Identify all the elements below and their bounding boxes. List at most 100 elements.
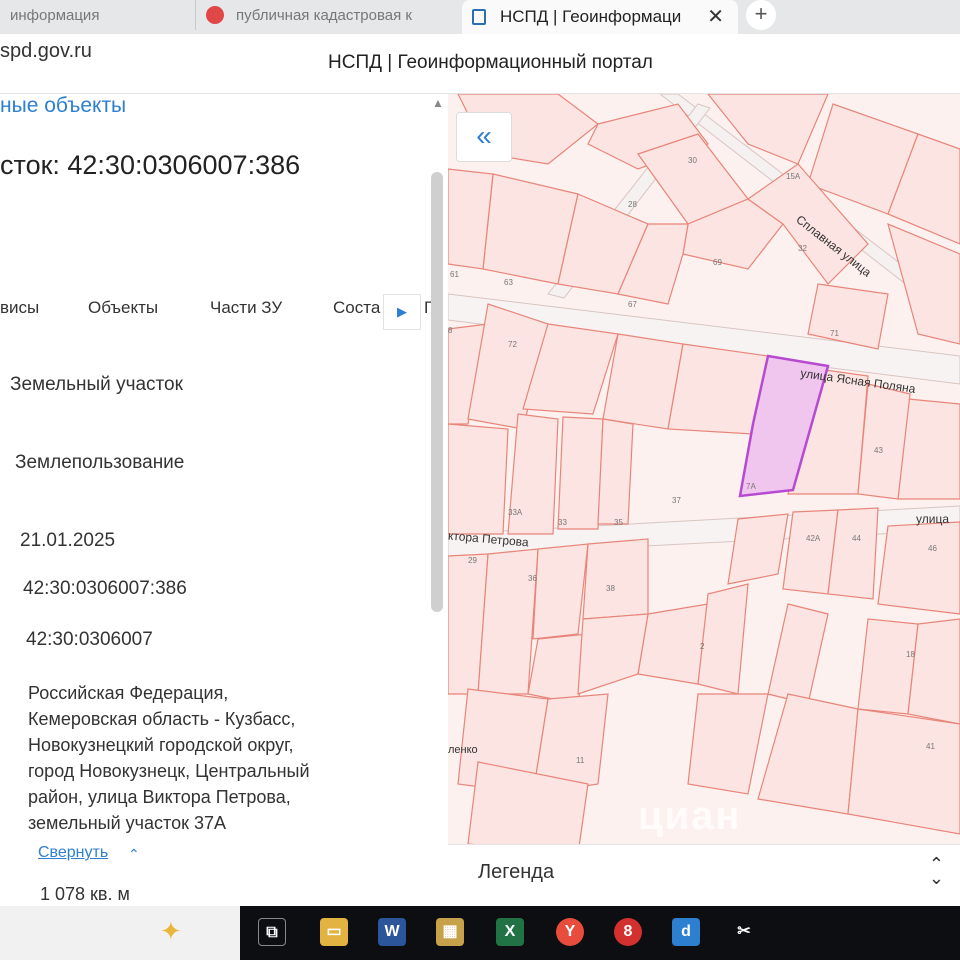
chevron-up-icon[interactable]: ⌃ [128, 846, 140, 863]
browser-tab-2-label: публичная кадастровая к [236, 6, 412, 24]
plot-number: 32 [798, 244, 807, 253]
parcel-polygons [448, 94, 960, 855]
word-icon[interactable]: W [378, 918, 406, 946]
quarter-value: 42:30:0306007 [26, 629, 153, 650]
map-parcels [448, 94, 960, 855]
expand-toggle-icon[interactable]: ⌃ ⌄ [929, 855, 944, 887]
plot-number: 42А [806, 534, 821, 543]
file-explorer-icon[interactable]: ▭ [320, 918, 348, 946]
info-tabs: висы Объекты Части ЗУ Соста Г [0, 298, 433, 322]
tabs-scroll-right-icon[interactable]: ▶ [383, 294, 421, 330]
tab-composition[interactable]: Соста [333, 298, 380, 318]
parcel [727, 513, 789, 585]
plot-number: 7А [746, 482, 756, 491]
task-view-icon[interactable]: ⧉ [258, 918, 286, 946]
yandex-favicon-icon [206, 6, 224, 24]
browser-tab-active[interactable]: НСПД | Геоинформаци ✕ [462, 0, 738, 34]
parcel [887, 222, 960, 345]
tab-parts[interactable]: Части ЗУ [210, 298, 282, 318]
object-type-value: Земельный участок [10, 374, 183, 395]
plot-number: 33 [558, 518, 567, 527]
plot-number: 72 [508, 340, 517, 349]
parcel [557, 416, 604, 530]
scroll-up-arrow-icon[interactable]: ▲ [432, 96, 444, 110]
plot-number: 36 [528, 574, 537, 583]
area-value: 1 078 кв. м [40, 884, 130, 904]
address-bar: spd.gov.ru НСПД | Геоинформационный порт… [0, 34, 960, 94]
plot-number: 71 [830, 329, 839, 338]
parcel [757, 693, 859, 815]
nspd-favicon-icon [472, 9, 486, 25]
plot-number: 38 [606, 584, 615, 593]
address-line: Кемеровская область - Кузбасс, [28, 709, 296, 729]
cadastral-map[interactable]: Сплавная улица улица Ясная Поляна ктора … [448, 94, 960, 906]
plot-number: 35 [614, 518, 623, 527]
plot-number: 11 [576, 756, 585, 765]
parcel [847, 708, 960, 835]
plot-number: 46 [928, 544, 937, 553]
browser-tab-2[interactable]: публичная кадастровая к [195, 0, 450, 30]
kind-value: Землепользование [15, 452, 185, 473]
tab-services[interactable]: висы [0, 298, 39, 318]
plot-number: 2 [700, 642, 705, 651]
collapse-panel-button[interactable]: « [456, 112, 512, 162]
parcel [532, 543, 589, 640]
plot-number: 29 [468, 556, 477, 565]
parcel [707, 94, 829, 165]
legend-bar[interactable]: Легенда ⌃ ⌄ [448, 844, 960, 906]
parcel [582, 538, 649, 620]
cian-watermark: циан [638, 794, 742, 838]
snipping-tool-icon[interactable]: ✂ [730, 918, 758, 946]
breadcrumb-link[interactable]: ные объекты [0, 94, 126, 118]
browser-tab-1-label: информация [10, 6, 100, 24]
plot-number: 61 [450, 270, 459, 279]
plot-number: 18 [906, 650, 915, 659]
parcel [637, 603, 709, 685]
address-value: Российская Федерация, Кемеровская област… [28, 680, 388, 836]
parcel [877, 521, 960, 615]
plot-number: 43 [874, 446, 883, 455]
taskbar-search-area[interactable]: ✦ [0, 906, 240, 960]
browser-tab-active-label: НСПД | Геоинформаци [500, 7, 682, 26]
plot-number: 41 [926, 742, 935, 751]
plot-number: 69 [713, 258, 722, 267]
cadastral-number-value: 42:30:0306007:386 [23, 578, 187, 599]
windows-taskbar: ✦ ⧉ ▭ W ▦ X Y 8 d ✂ [0, 906, 960, 960]
plot-number: 37 [672, 496, 681, 505]
page-title: НСПД | Геоинформационный портал [328, 52, 653, 73]
screen: информация публичная кадастровая к НСПД … [0, 0, 960, 960]
panel-scrollbar[interactable] [431, 172, 443, 612]
app-blue-icon[interactable]: d [672, 918, 700, 946]
parcel [697, 583, 749, 695]
plot-number: 28 [628, 200, 637, 209]
parcel [767, 603, 829, 705]
legend-label: Легенда [478, 861, 555, 883]
yandex-browser-icon[interactable]: Y [556, 918, 584, 946]
excel-icon[interactable]: X [496, 918, 524, 946]
plot-number: 30 [688, 156, 697, 165]
parcel [597, 418, 634, 525]
parcel-title: сток: 42:30:0306007:386 [0, 150, 301, 180]
tab-objects[interactable]: Объекты [88, 298, 158, 318]
parcel [577, 613, 649, 695]
plot-number: 67 [628, 300, 637, 309]
plot-number: 44 [852, 534, 861, 543]
object-info-panel: ные объекты сток: 42:30:0306007:386 висы… [0, 94, 448, 906]
street-label: улица [916, 512, 949, 526]
plot-number: 8 [448, 326, 453, 335]
date-value: 21.01.2025 [20, 530, 116, 551]
browser-tab-strip: информация публичная кадастровая к НСПД … [0, 0, 960, 34]
address-line: Российская Федерация, [28, 683, 229, 703]
copilot-sparkle-icon[interactable]: ✦ [160, 916, 182, 947]
collapse-link[interactable]: Свернуть [38, 844, 108, 862]
app-red-icon[interactable]: 8 [614, 918, 642, 946]
parcel [448, 423, 509, 535]
plot-number: 33А [508, 508, 523, 517]
close-tab-icon[interactable]: ✕ [707, 4, 724, 29]
plot-number: 15А [786, 172, 801, 181]
url-field[interactable]: spd.gov.ru [0, 40, 92, 63]
photos-icon[interactable]: ▦ [436, 918, 464, 946]
new-tab-button[interactable]: + [746, 0, 776, 30]
parcel [687, 693, 769, 795]
browser-tab-1[interactable]: информация [0, 0, 180, 30]
